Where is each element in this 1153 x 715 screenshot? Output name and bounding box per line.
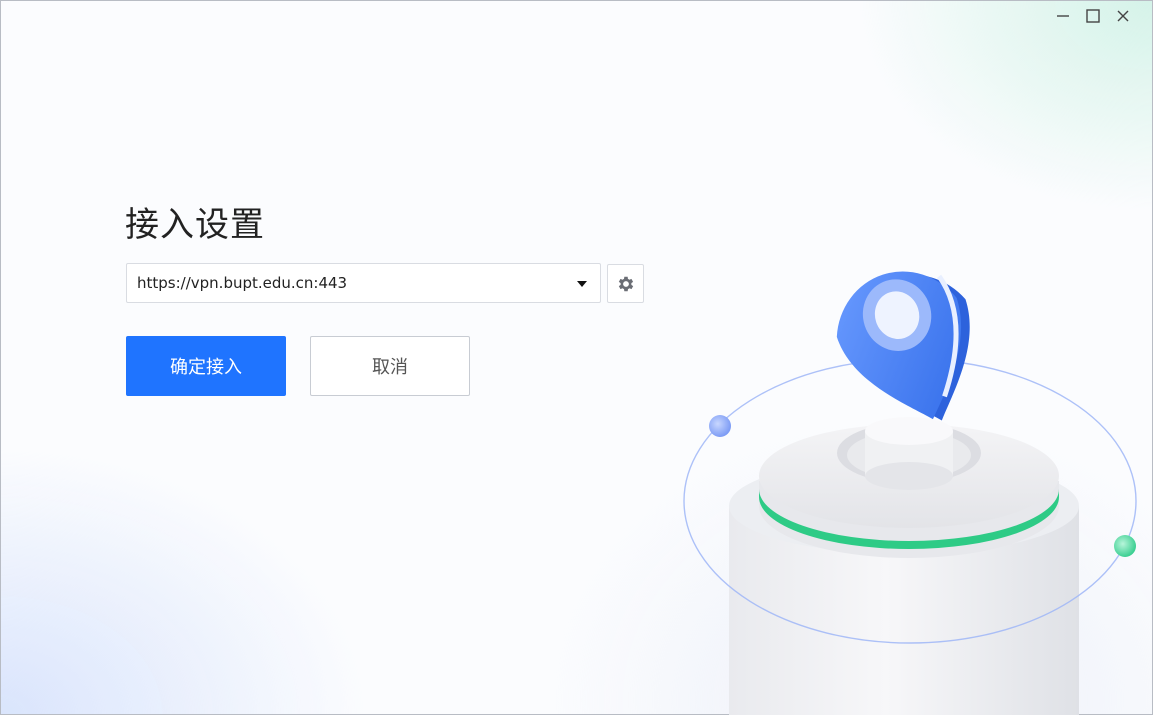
close-icon <box>1117 10 1129 22</box>
gear-icon <box>618 276 633 291</box>
window-controls <box>1052 5 1134 27</box>
server-address-value: https://vpn.bupt.edu.cn:443 <box>137 274 348 292</box>
server-address-select[interactable]: https://vpn.bupt.edu.cn:443 <box>126 263 601 303</box>
caret-down-icon <box>577 281 587 287</box>
close-button[interactable] <box>1112 5 1134 27</box>
confirm-connect-button[interactable]: 确定接入 <box>126 336 286 396</box>
settings-button[interactable] <box>607 264 644 303</box>
cancel-button[interactable]: 取消 <box>310 336 470 396</box>
page-title: 接入设置 <box>125 205 265 245</box>
maximize-button[interactable] <box>1082 5 1104 27</box>
vpn-pin-illustration <box>683 271 1137 715</box>
minimize-icon <box>1057 15 1069 17</box>
minimize-button[interactable] <box>1052 5 1074 27</box>
maximize-icon <box>1086 9 1100 23</box>
